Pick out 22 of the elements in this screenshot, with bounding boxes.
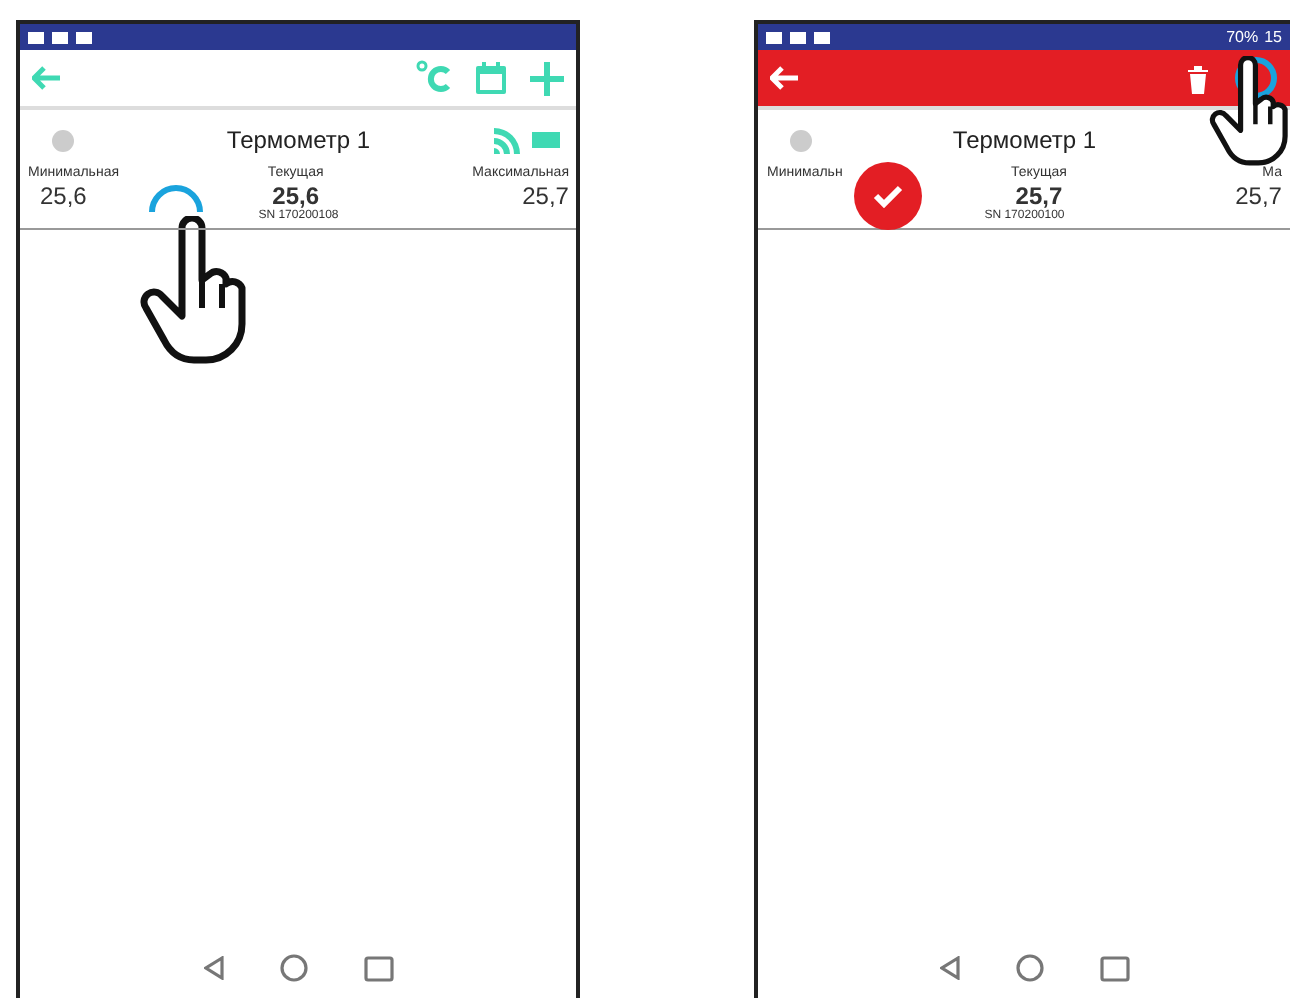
- back-nav-icon[interactable]: [203, 956, 224, 980]
- status-dot-icon: [790, 129, 813, 151]
- recents-nav-icon[interactable]: [363, 955, 394, 981]
- device-title: Термометр 1: [226, 126, 371, 154]
- home-nav-icon[interactable]: [279, 954, 308, 982]
- temperature-value: 25,7: [522, 182, 569, 210]
- status-time: 15: [1264, 28, 1282, 46]
- temperature-value: 25,6: [272, 182, 319, 210]
- device-title: Термометр 1: [952, 126, 1097, 154]
- back-nav-icon[interactable]: [939, 956, 960, 980]
- status-dot-icon: [52, 129, 74, 151]
- home-nav-icon[interactable]: [1015, 954, 1044, 982]
- temperature-value: 25,7: [1015, 182, 1063, 210]
- temperature-value: 25,7: [1235, 182, 1282, 210]
- touch-ripple-icon: [146, 180, 206, 216]
- check-circle-icon: [854, 162, 923, 230]
- battery-icon: [532, 132, 561, 148]
- temperature-value: 25,6: [40, 182, 87, 210]
- battery-percent: 70%: [1226, 28, 1259, 46]
- signal-icon: [494, 127, 521, 153]
- recents-nav-icon[interactable]: [1099, 955, 1130, 981]
- trash-icon[interactable]: [1186, 63, 1210, 93]
